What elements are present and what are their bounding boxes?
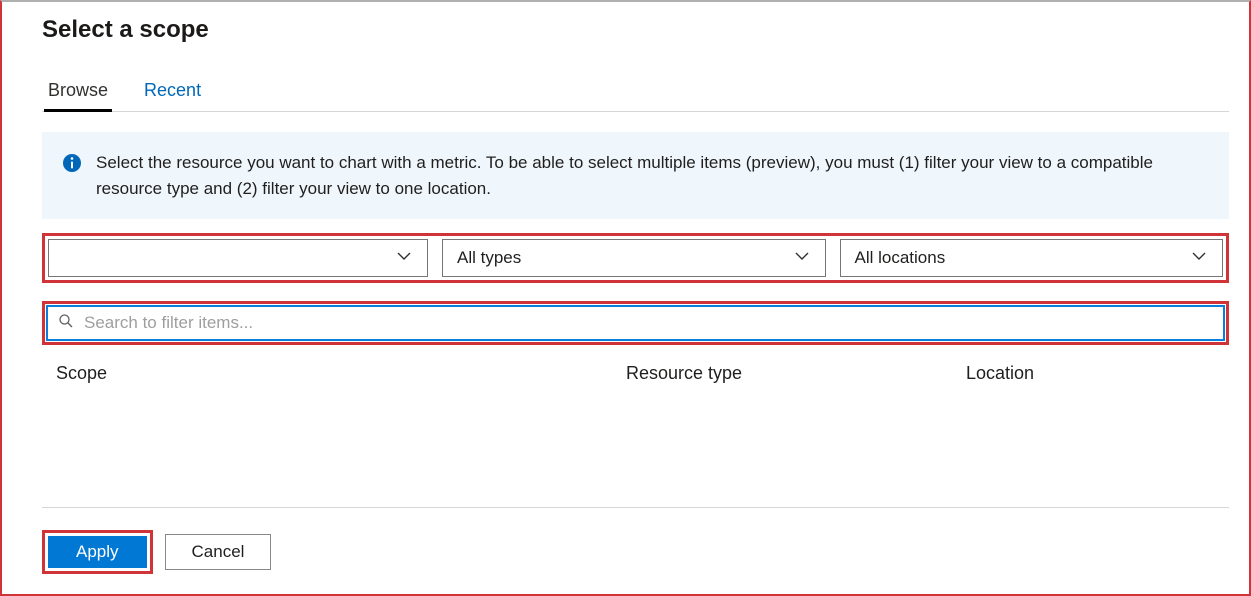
results-area bbox=[42, 384, 1229, 507]
column-header-scope: Scope bbox=[56, 363, 626, 384]
apply-button[interactable]: Apply bbox=[48, 536, 147, 568]
location-dropdown[interactable]: All locations bbox=[840, 239, 1224, 277]
info-banner: Select the resource you want to chart wi… bbox=[42, 132, 1229, 219]
column-header-resource-type: Resource type bbox=[626, 363, 966, 384]
apply-highlight: Apply bbox=[42, 530, 153, 574]
info-icon bbox=[62, 153, 82, 173]
chevron-down-icon bbox=[793, 247, 811, 270]
column-header-location: Location bbox=[966, 363, 1229, 384]
cancel-button[interactable]: Cancel bbox=[165, 534, 272, 570]
column-headers: Scope Resource type Location bbox=[42, 363, 1229, 384]
footer-separator bbox=[42, 507, 1229, 508]
search-highlight bbox=[42, 301, 1229, 345]
subscription-dropdown[interactable] bbox=[48, 239, 428, 277]
location-dropdown-value: All locations bbox=[855, 248, 946, 268]
resource-type-dropdown[interactable]: All types bbox=[442, 239, 826, 277]
footer-actions: Apply Cancel bbox=[42, 530, 1229, 574]
tab-recent[interactable]: Recent bbox=[144, 80, 201, 111]
search-input[interactable] bbox=[84, 313, 1213, 333]
tabs: Browse Recent bbox=[42, 80, 1229, 112]
select-scope-panel: Select a scope Browse Recent Select the … bbox=[0, 0, 1251, 596]
search-field-wrapper bbox=[47, 306, 1224, 340]
tab-browse[interactable]: Browse bbox=[48, 80, 108, 111]
search-icon bbox=[58, 313, 74, 334]
resource-type-dropdown-value: All types bbox=[457, 248, 521, 268]
chevron-down-icon bbox=[1190, 247, 1208, 270]
info-text: Select the resource you want to chart wi… bbox=[96, 150, 1209, 201]
chevron-down-icon bbox=[395, 247, 413, 270]
panel-title: Select a scope bbox=[42, 16, 1229, 44]
filter-row-highlight: All types All locations bbox=[42, 233, 1229, 283]
